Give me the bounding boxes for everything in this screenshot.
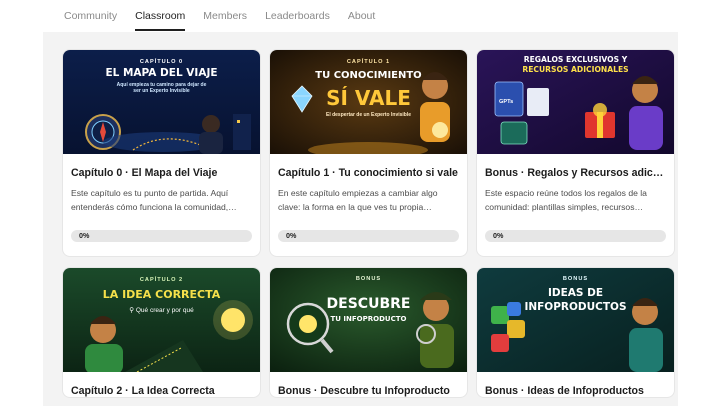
thumb-kicker: CAPÍTULO 1 (346, 59, 391, 65)
thumb-badge: GPTs (499, 99, 514, 105)
thumb-heading-line-1: IDEAS DE (547, 287, 604, 299)
course-thumbnail: BONUS DESCUBRE TU INFOPRODUCTO (270, 268, 467, 372)
progress-label: 0% (493, 231, 504, 240)
course-thumbnail: CAPÍTULO 2 LA IDEA CORRECTA ⚲ Qué crear … (63, 268, 260, 372)
course-description: Este capítulo es tu punto de partida. Aq… (71, 188, 237, 212)
thumb-subtitle: ⚲ Qué crear y por qué (129, 307, 194, 314)
thumb-kicker: BONUS (562, 276, 589, 282)
thumb-kicker: BONUS (355, 276, 382, 282)
course-title: Capítulo 1 · Tu conocimiento si vale (278, 167, 458, 179)
thumb-heading-line-2: INFOPRODUCTOS (524, 301, 627, 313)
progress-bar: 0% (485, 230, 666, 242)
course-description: Este espacio reúne todos los regalos de … (485, 188, 647, 212)
course-card-capitulo-1[interactable]: CAPÍTULO 1 TU CONOCIMIENTO SÍ VALE El de… (270, 50, 467, 256)
thumb-heading-line-1: REGALOS EXCLUSIVOS Y (523, 55, 628, 64)
nav-tabs: Community Classroom Members Leaderboards… (64, 0, 393, 32)
course-card-bonus-descubre[interactable]: BONUS DESCUBRE TU INFOPRODUCTO Bonus · D… (270, 268, 467, 397)
classroom-page: Community Classroom Members Leaderboards… (0, 0, 720, 406)
thumb-subtitle: El despertar de un Experto Invisible (325, 112, 412, 118)
tab-classroom[interactable]: Classroom (135, 0, 186, 32)
course-thumbnail: CAPÍTULO 0 EL MAPA DEL VIAJE Aquí empiez… (63, 50, 260, 154)
thumb-heading-line-2: RECURSOS ADICIONALES (522, 65, 629, 74)
progress-bar: 0% (71, 230, 252, 242)
thumb-subtitle: Aquí empieza tu camino para dejar de ser… (116, 82, 207, 94)
course-title: Capítulo 0 · El Mapa del Viaje (71, 167, 218, 179)
thumb-heading: EL MAPA DEL VIAJE (105, 67, 218, 79)
course-title: Bonus · Ideas de Infoproductos (485, 385, 644, 397)
course-title: Capítulo 2 · La Idea Correcta (71, 385, 215, 397)
tab-members[interactable]: Members (203, 0, 247, 32)
tab-community[interactable]: Community (64, 0, 117, 32)
course-title: Bonus · Regalos y Recursos adicionales (485, 167, 674, 179)
course-thumbnail: BONUS IDEAS DE INFOPRODUCTOS (477, 268, 674, 372)
thumb-heading-line-1: DESCUBRE (326, 296, 411, 312)
course-title: Bonus · Descubre tu Infoproducto (278, 385, 450, 397)
thumb-kicker: CAPÍTULO 0 (139, 59, 184, 65)
progress-label: 0% (79, 231, 90, 240)
progress-bar: 0% (278, 230, 459, 242)
thumb-heading-line-2: TU INFOPRODUCTO (330, 315, 407, 323)
course-card-capitulo-2[interactable]: CAPÍTULO 2 LA IDEA CORRECTA ⚲ Qué crear … (63, 268, 260, 397)
tab-leaderboards[interactable]: Leaderboards (265, 0, 330, 32)
thumb-heading-line-1: TU CONOCIMIENTO (315, 70, 422, 81)
course-card-bonus-regalos[interactable]: REGALOS EXCLUSIVOS Y RECURSOS ADICIONALE… (477, 50, 674, 256)
tab-about[interactable]: About (348, 0, 375, 32)
course-thumbnail: CAPÍTULO 1 TU CONOCIMIENTO SÍ VALE El de… (270, 50, 467, 154)
thumb-heading-line-2: SÍ VALE (326, 86, 411, 110)
search-icon: ⚲ (129, 307, 135, 314)
thumb-kicker: CAPÍTULO 2 (139, 277, 184, 283)
course-card-bonus-ideas[interactable]: BONUS IDEAS DE INFOPRODUCTOS Bonus · Ide… (477, 268, 674, 397)
course-description: En este capítulo empiezas a cambiar algo… (278, 188, 438, 212)
course-thumbnail: REGALOS EXCLUSIVOS Y RECURSOS ADICIONALE… (477, 50, 674, 154)
progress-label: 0% (286, 231, 297, 240)
course-grid-area: CAPÍTULO 0 EL MAPA DEL VIAJE Aquí empiez… (43, 32, 678, 406)
thumb-heading: LA IDEA CORRECTA (102, 288, 221, 301)
course-card-capitulo-0[interactable]: CAPÍTULO 0 EL MAPA DEL VIAJE Aquí empiez… (63, 50, 260, 256)
